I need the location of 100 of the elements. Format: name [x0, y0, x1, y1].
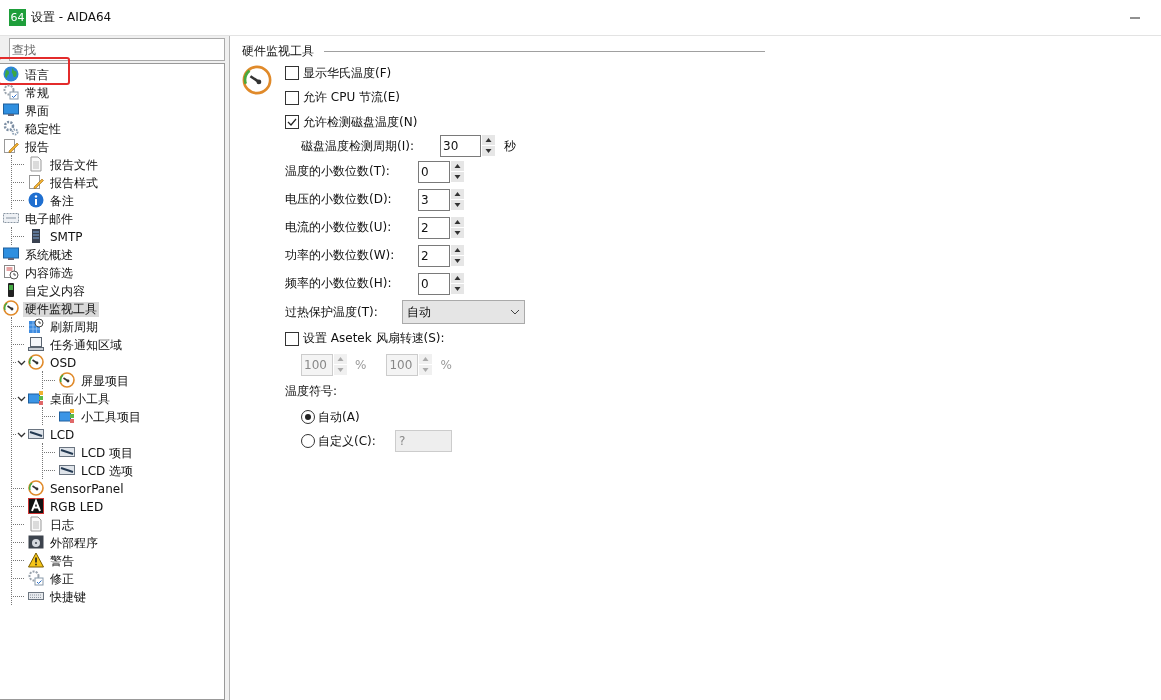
grid-clock-icon	[28, 318, 44, 334]
up-arrow-icon[interactable]	[482, 135, 495, 145]
up-arrow-icon[interactable]	[451, 216, 464, 227]
chevron-down-icon[interactable]	[17, 394, 26, 403]
tree-item[interactable]: SMTP	[48, 229, 85, 245]
checkbox[interactable]	[285, 331, 299, 346]
up-arrow-icon[interactable]	[451, 272, 464, 283]
globe-icon	[3, 66, 19, 82]
monitor-icon	[3, 102, 19, 118]
gauge-icon	[3, 300, 19, 316]
up-arrow-icon[interactable]	[451, 188, 464, 199]
gauge-icon	[28, 354, 44, 370]
chevron-down-icon[interactable]	[17, 430, 26, 439]
down-arrow-icon[interactable]	[451, 199, 464, 210]
up-arrow-icon[interactable]	[451, 160, 464, 171]
screens-icon	[59, 408, 75, 424]
tree-item[interactable]: 外部程序	[48, 535, 100, 551]
display-icon	[59, 462, 75, 478]
field-label: 过热保护温度(T):	[285, 303, 379, 321]
gauge-icon	[59, 372, 75, 388]
gear-document-icon	[3, 84, 19, 100]
group-title: 硬件监视工具	[242, 42, 314, 60]
gear-document-icon	[28, 570, 44, 586]
taskbar-icon	[28, 336, 44, 352]
tree-item[interactable]: 报告	[23, 139, 51, 155]
document-icon	[28, 516, 44, 532]
tree-item[interactable]: OSD	[48, 355, 79, 371]
dropdown[interactable]: 自动	[402, 300, 525, 324]
checkbox-label[interactable]: 允许检测磁盘温度(N)	[303, 113, 418, 131]
tree-item[interactable]: 刷新周期	[48, 319, 100, 335]
tree-item[interactable]: 快捷键	[48, 589, 88, 605]
tree-item[interactable]: 警告	[48, 553, 76, 569]
tree-item[interactable]: 稳定性	[23, 121, 63, 137]
disc-drive-icon	[28, 534, 44, 550]
document-clock-icon	[3, 264, 19, 280]
tree-item[interactable]: SensorPanel	[48, 481, 126, 497]
field-label: 电流的小数位数(U):	[285, 219, 393, 236]
field-label: 磁盘温度检测周期(I):	[301, 137, 415, 155]
tree-item[interactable]: 常规	[23, 85, 51, 101]
checkbox[interactable]	[285, 90, 299, 105]
app-logo: 64	[9, 9, 26, 26]
down-arrow-icon[interactable]	[451, 171, 464, 182]
field-label: 温度的小数位数(T):	[285, 163, 391, 180]
up-arrow-icon[interactable]	[451, 244, 464, 255]
radio-label[interactable]: 自动(A)	[318, 408, 392, 426]
down-arrow-icon[interactable]	[482, 146, 495, 156]
window-title: 设置 - AIDA64	[31, 9, 112, 26]
info-icon	[28, 192, 44, 208]
warning-icon	[28, 552, 44, 568]
tree-item[interactable]: 报告样式	[48, 175, 100, 191]
tree-item[interactable]: 自定义内容	[23, 283, 87, 299]
radio-button[interactable]	[301, 410, 315, 424]
tree-item[interactable]: 任务通知区域	[48, 337, 124, 353]
document-icon	[28, 156, 44, 172]
tree-item[interactable]: 电子邮件	[23, 211, 75, 227]
chevron-down-icon[interactable]	[17, 358, 26, 367]
gauge-icon	[242, 65, 272, 95]
tree-item[interactable]: 语言	[23, 67, 51, 83]
field-label: 电压的小数位数(D):	[285, 191, 393, 208]
checkbox[interactable]	[285, 115, 299, 130]
screens-icon	[28, 390, 44, 406]
checkbox-label[interactable]: 允许 CPU 节流(E)	[303, 89, 400, 107]
checkbox[interactable]	[285, 66, 299, 81]
unit-label: %	[355, 357, 367, 372]
tree-item[interactable]: LCD 选项	[79, 463, 136, 479]
tree-item[interactable]: 小工具项目	[79, 409, 143, 425]
down-arrow-icon[interactable]	[451, 283, 464, 294]
tree-item[interactable]: 内容筛选	[23, 265, 75, 281]
field-label: 频率的小数位数(H):	[285, 275, 393, 292]
tree-item[interactable]: 桌面小工具	[48, 391, 112, 407]
search-field[interactable]: 查找	[9, 38, 225, 61]
tree-item[interactable]: RGB LED	[48, 499, 106, 515]
chevron-down-icon[interactable]	[510, 307, 520, 317]
tree-item[interactable]: LCD 项目	[79, 445, 136, 461]
tree-item[interactable]: 日志	[48, 517, 76, 533]
checkbox-label[interactable]: 显示华氏温度(F)	[303, 64, 392, 82]
envelope-icon	[3, 210, 19, 226]
unit-label: %	[440, 357, 452, 372]
letter-a-icon	[28, 498, 44, 514]
document-pencil-icon	[3, 138, 19, 154]
tree-item[interactable]: 修正	[48, 571, 76, 587]
tree-item[interactable]: 界面	[23, 103, 51, 119]
display-icon	[59, 444, 75, 460]
field-label: 功率的小数位数(W):	[285, 247, 396, 264]
tree-item[interactable]: LCD	[48, 427, 77, 443]
radio-label[interactable]: 自定义(C):	[318, 432, 392, 450]
tree-item[interactable]: 系统概述	[23, 247, 75, 263]
tree-item[interactable]: 硬件监视工具	[23, 301, 99, 317]
unit-label: 秒	[504, 137, 516, 155]
display-icon	[28, 426, 44, 442]
down-arrow-icon[interactable]	[451, 227, 464, 238]
tree-item[interactable]: 报告文件	[48, 157, 100, 173]
tree-item[interactable]: 备注	[48, 193, 76, 209]
down-arrow-icon[interactable]	[451, 255, 464, 266]
radio-button[interactable]	[301, 434, 315, 448]
tree-item[interactable]: 屏显项目	[79, 373, 131, 389]
gauge-icon	[28, 480, 44, 496]
document-pencil-icon	[28, 174, 44, 190]
checkbox-label[interactable]: 设置 Asetek 风扇转速(S):	[303, 330, 445, 348]
section-label: 温度符号:	[285, 383, 338, 400]
